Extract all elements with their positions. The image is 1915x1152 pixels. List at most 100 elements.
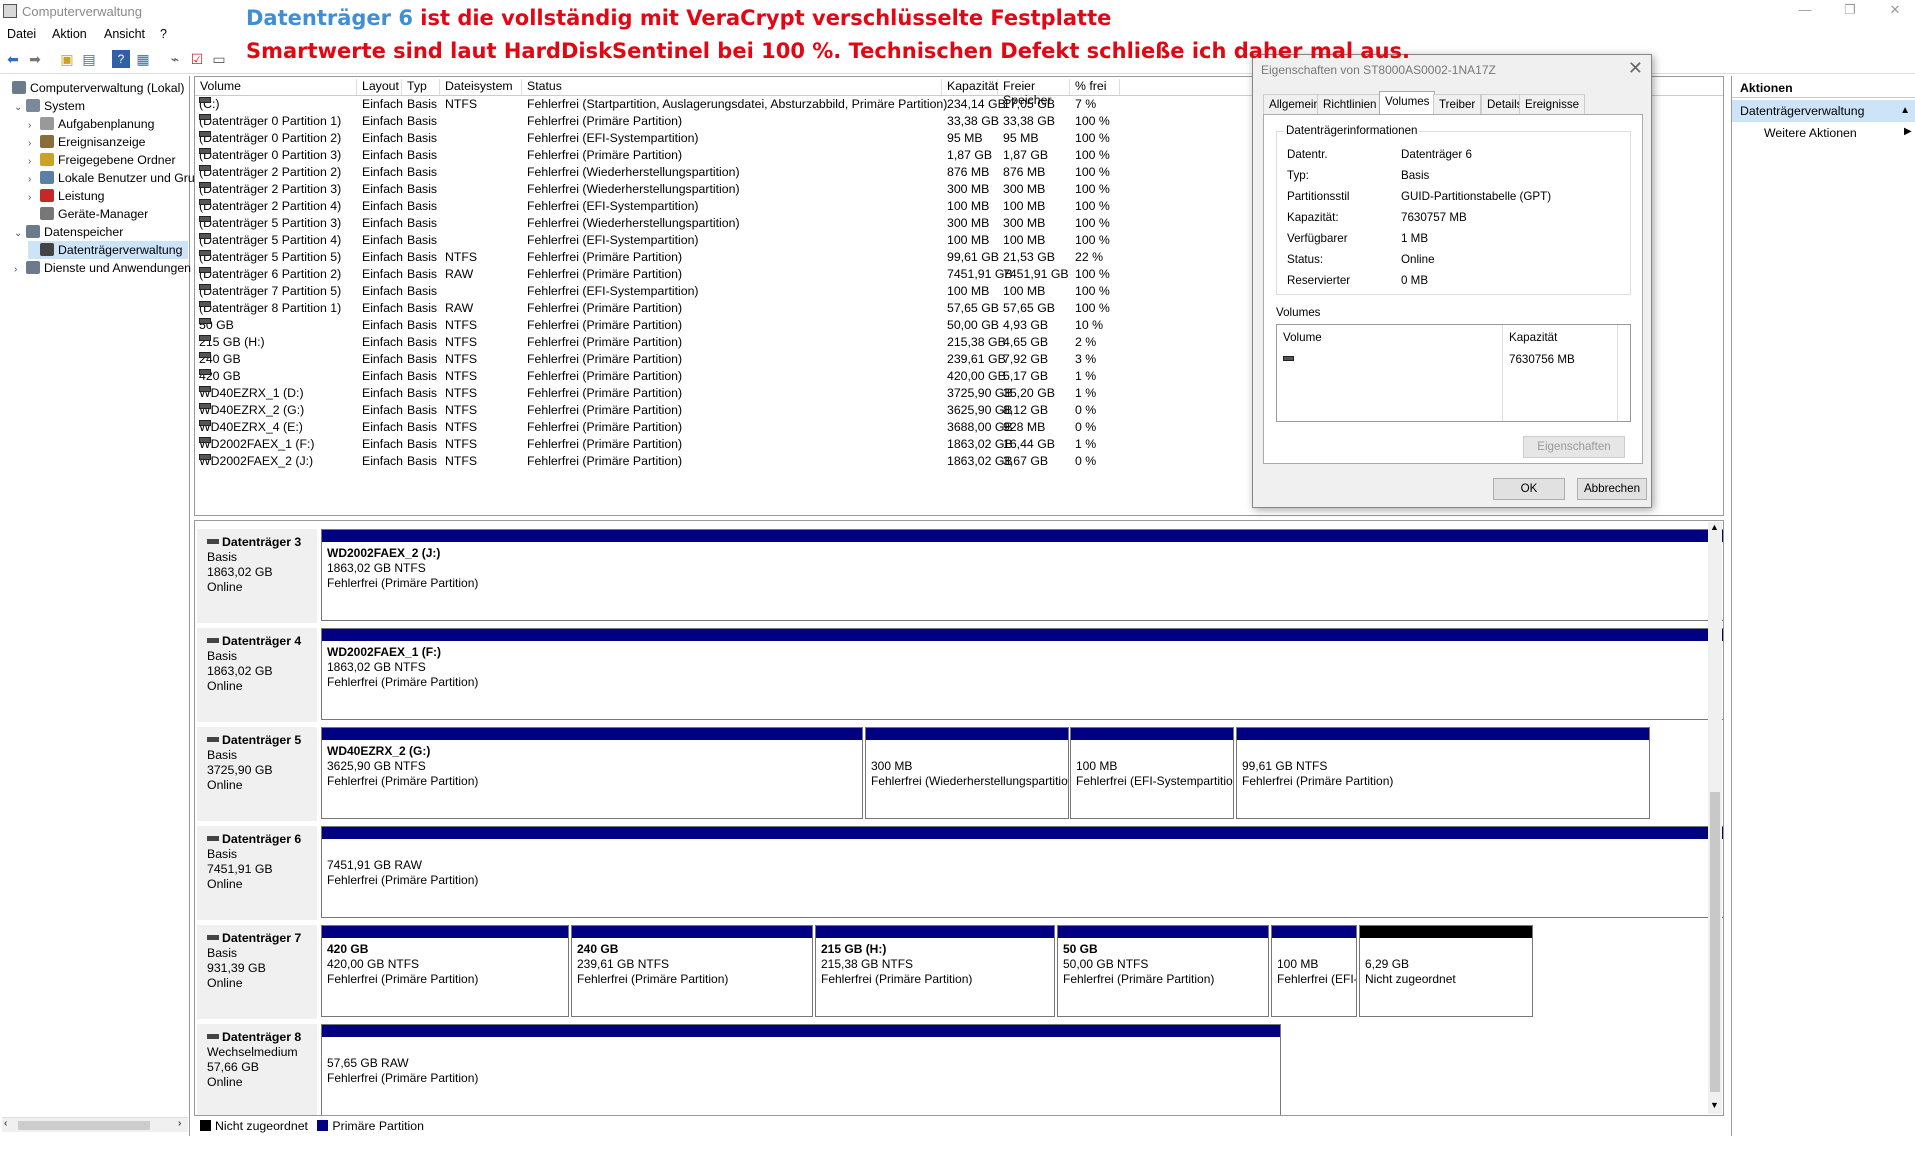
- ok-button[interactable]: OK: [1493, 478, 1565, 500]
- disk-state: Online: [207, 976, 243, 990]
- help-icon[interactable]: ?: [112, 50, 130, 68]
- close-icon[interactable]: ✕: [1880, 2, 1910, 18]
- tree-item-1[interactable]: ⌄ System: [14, 97, 188, 115]
- scroll-left-icon[interactable]: ‹: [4, 1118, 7, 1129]
- partition-block[interactable]: 99,61 GB NTFS Fehlerfrei (Primäre Partiti…: [1236, 727, 1650, 819]
- partition-status: Nicht zugeordnet: [1365, 972, 1456, 986]
- menu-4[interactable]: ?: [160, 27, 167, 41]
- volume-row-icon[interactable]: [1283, 353, 1299, 366]
- tree-item-10[interactable]: › Dienste und Anwendungen: [14, 259, 191, 279]
- scrollbar-thumb[interactable]: [18, 1121, 150, 1130]
- column-header-0[interactable]: Volume: [195, 79, 357, 95]
- folder-up-icon[interactable]: ▣: [58, 50, 76, 68]
- partition-text: 215 GB (H:) 215,38 GB NTFS Fehlerfrei (Pri…: [816, 938, 1054, 991]
- disk-label-6[interactable]: Datenträger 6 Basis 7451,91 GB Online: [197, 826, 317, 920]
- column-header-7[interactable]: % frei: [1070, 79, 1120, 95]
- volume-cell-text: Fehlerfrei (Primäre Partition): [527, 386, 683, 400]
- tree-item-6[interactable]: › Leistung: [28, 187, 188, 205]
- tree-item-0[interactable]: Computerverwaltung (Lokal): [0, 79, 188, 97]
- disk-label-8[interactable]: Datenträger 8 Wechselmedium 57,66 GB Online: [197, 1024, 317, 1115]
- menu-1[interactable]: Datei: [7, 27, 36, 41]
- tree-item-5[interactable]: › Lokale Benutzer und Gruppen: [28, 169, 222, 187]
- partition-block[interactable]: WD40EZRX_2 (G:) 3625,90 GB NTFS Fehlerfrei…: [321, 727, 863, 819]
- column-header-1[interactable]: Layout: [357, 79, 402, 95]
- disk-label-3[interactable]: Datenträger 3 Basis 1863,02 GB Online: [197, 529, 317, 623]
- properties-icon[interactable]: ▭: [210, 50, 228, 68]
- disk-label-7[interactable]: Datenträger 7 Basis 931,39 GB Online: [197, 925, 317, 1019]
- partition-block[interactable]: 420 GB 420,00 GB NTFS Fehlerfrei (Primäre …: [321, 925, 569, 1017]
- volume-row-capacity[interactable]: 7630756 MB: [1509, 353, 1575, 366]
- collapse-icon[interactable]: ▲: [1900, 100, 1910, 122]
- cancel-button[interactable]: Abbrechen: [1577, 478, 1647, 500]
- partition-block[interactable]: 240 GB 239,61 GB NTFS Fehlerfrei (Primäre …: [571, 925, 813, 1017]
- more-actions-link[interactable]: Weitere Aktionen: [1764, 126, 1857, 140]
- partition-block[interactable]: 300 MB Fehlerfrei (Wiederherstellungspart…: [865, 727, 1069, 819]
- partition-size: 99,61 GB NTFS: [1242, 759, 1328, 773]
- minimize-icon[interactable]: —: [1790, 2, 1820, 17]
- partition-block[interactable]: 100 MBFehlerfrei (EFI-Systempartition): [1271, 925, 1357, 1017]
- back-icon[interactable]: ⬅: [4, 50, 22, 68]
- disk-type: Wechselmedium: [207, 1045, 298, 1059]
- scroll-down-icon[interactable]: ▼: [1710, 1100, 1719, 1110]
- tree-item-4[interactable]: › Freigegebene Ordner: [28, 151, 188, 169]
- tree-toggle-icon[interactable]: ⌄: [14, 225, 26, 243]
- volume-cell-5: 95 MB: [947, 131, 983, 145]
- volume-cell-5: 300 MB: [947, 216, 989, 230]
- disk-label-5[interactable]: Datenträger 5 Basis 3725,90 GB Online: [197, 727, 317, 821]
- partition-color-bar: [322, 827, 1723, 839]
- partition-block[interactable]: WD2002FAEX_2 (J:) 1863,02 GB NTFS Fehlerfr…: [321, 529, 1723, 621]
- partition-block[interactable]: 215 GB (H:) 215,38 GB NTFS Fehlerfrei (Pri…: [815, 925, 1055, 1017]
- menu-2[interactable]: Aktion: [52, 27, 87, 41]
- annotation-line-2: Smartwerte sind laut HardDiskSentinel be…: [246, 39, 1410, 63]
- tree-item-7[interactable]: Geräte-Manager: [28, 205, 188, 223]
- check-icon[interactable]: ☑: [188, 50, 206, 68]
- connect-icon[interactable]: ⌁: [166, 50, 184, 68]
- scroll-up-icon[interactable]: ▲: [1710, 522, 1719, 532]
- maximize-icon[interactable]: ❐: [1835, 2, 1865, 18]
- partition-block[interactable]: 100 MBFehlerfrei (EFI-Systempartition): [1070, 727, 1234, 819]
- scroll-right-icon[interactable]: ›: [178, 1118, 181, 1129]
- tab-3[interactable]: Treiber: [1433, 94, 1482, 114]
- partition-block[interactable]: 7451,91 GB RAW Fehlerfrei (Primäre Partit…: [321, 826, 1723, 918]
- dialog-close-icon[interactable]: ✕: [1628, 58, 1643, 79]
- column-header-3[interactable]: Dateisystem: [440, 79, 522, 95]
- forward-icon[interactable]: ➡: [26, 50, 44, 68]
- view-icon[interactable]: ▦: [134, 50, 152, 68]
- column-header-5[interactable]: Kapazität: [942, 79, 998, 95]
- partition-block[interactable]: WD2002FAEX_1 (F:) 1863,02 GB NTFS Fehlerfr…: [321, 628, 1723, 720]
- volumes-table: Volume Kapazität 7630756 MB: [1276, 324, 1631, 422]
- volume-cell-text: Fehlerfrei (Primäre Partition): [527, 335, 683, 349]
- volume-cell-text: Basis: [407, 233, 438, 247]
- actions-section-disk-management[interactable]: Datenträgerverwaltung ▲: [1732, 100, 1915, 122]
- partition-block[interactable]: 57,65 GB RAW Fehlerfrei (Primäre Partitio…: [321, 1024, 1281, 1115]
- properties-button[interactable]: Eigenschaften: [1523, 436, 1625, 458]
- partition-title: 50 GB: [1063, 942, 1098, 956]
- partition-block[interactable]: 50 GB 50,00 GB NTFS Fehlerfrei (Primäre Pa…: [1057, 925, 1269, 1017]
- tree-item-3[interactable]: › Ereignisanzeige: [28, 133, 188, 151]
- column-header-4[interactable]: Status: [522, 79, 942, 95]
- menu-3[interactable]: Ansicht: [104, 27, 145, 41]
- show-hide-tree-icon[interactable]: ▤: [80, 50, 98, 68]
- disk-name-text: Datenträger 3: [222, 535, 302, 549]
- column-header-6[interactable]: Freier Speicher: [998, 79, 1070, 107]
- volume-cell-text: 300 MB: [947, 216, 990, 230]
- volume-cell-text: 3 %: [1075, 352, 1097, 366]
- tab-2[interactable]: Volumes: [1379, 91, 1436, 115]
- graph-vertical-scrollbar[interactable]: ▲ ▼: [1708, 522, 1722, 1114]
- tree-toggle-icon[interactable]: ›: [14, 261, 26, 279]
- column-header-2[interactable]: Typ: [402, 79, 440, 95]
- tree-item-2[interactable]: › Aufgabenplanung: [28, 115, 188, 133]
- tree-item-9[interactable]: Datenträgerverwaltung: [28, 241, 188, 259]
- disk-info-value: 0 MB: [1401, 274, 1429, 287]
- tree-horizontal-scrollbar[interactable]: ‹ ›: [2, 1117, 188, 1132]
- disk-info-row: Verfügbarer 1 MB: [1287, 232, 1627, 248]
- tab-5[interactable]: Ereignisse: [1519, 94, 1586, 114]
- disk-name: Datenträger 8: [207, 1030, 317, 1045]
- tree-item-8[interactable]: ⌄ Datenspeicher: [14, 223, 188, 241]
- volume-cell-1: Einfach: [362, 131, 403, 145]
- partition-block[interactable]: 6,29 GB Nicht zugeordnet: [1359, 925, 1533, 1017]
- tree-toggle-icon[interactable]: ⌄: [14, 99, 26, 117]
- tab-1[interactable]: Richtlinien: [1317, 94, 1383, 114]
- disk-label-4[interactable]: Datenträger 4 Basis 1863,02 GB Online: [197, 628, 317, 722]
- scrollbar-thumb[interactable]: [1710, 792, 1720, 1092]
